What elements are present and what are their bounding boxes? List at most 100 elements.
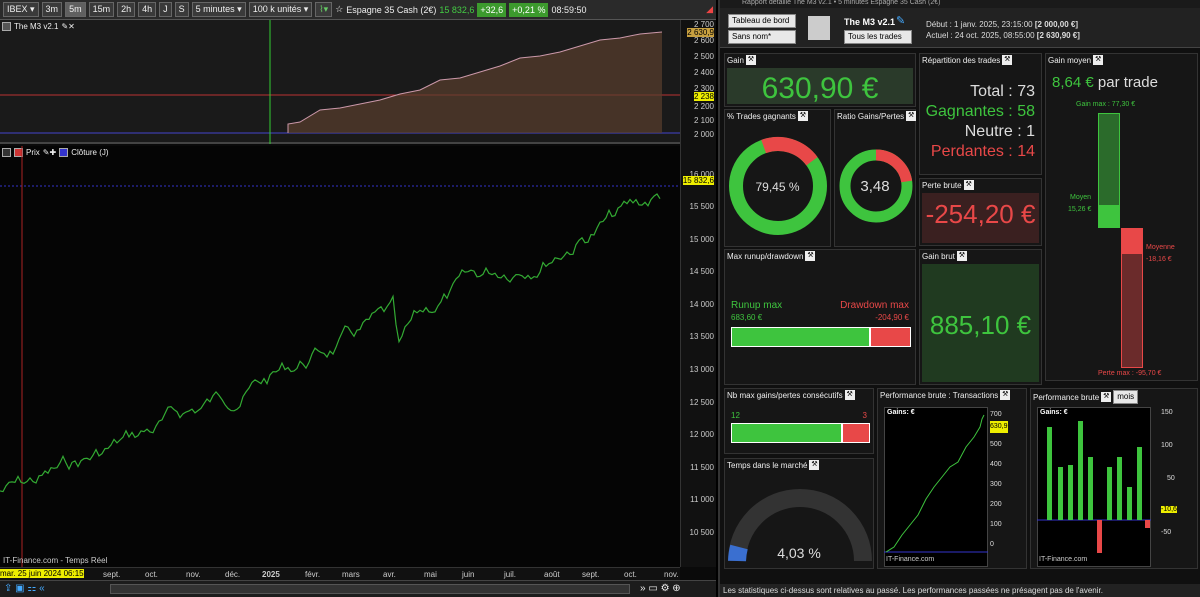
runup-value: 683,60 € xyxy=(731,313,763,322)
axis-tick: -50 xyxy=(1161,529,1172,536)
date-tick: sept. xyxy=(103,570,121,579)
wrench-icon[interactable]: ⚒ xyxy=(963,180,974,190)
gain-panel: Gain ⚒ 630,90 € xyxy=(724,53,916,107)
view-select[interactable]: Tableau de bord xyxy=(728,14,796,28)
ratio-panel: Ratio Gains/Pertes ⚒ 3,48 xyxy=(834,109,917,247)
wrench-icon[interactable]: ⚒ xyxy=(797,111,808,121)
total-trades: Total : 73 xyxy=(970,83,1035,100)
distribution-panel: Répartition des trades ⚒ Total : 73 Gagna… xyxy=(919,53,1042,175)
axis-tick: 12 000 xyxy=(689,430,714,439)
change-percent: +0,21 % xyxy=(509,2,549,17)
tf-day-button[interactable]: J xyxy=(159,2,172,17)
current-label: Actuel : xyxy=(926,31,953,40)
axis-tick: 2 400 xyxy=(693,68,714,77)
date-tick: févr. xyxy=(305,570,321,579)
perf-month-panel: Performance brute ⚒ mois Gains: € 150 100 … xyxy=(1030,388,1198,569)
wrench-icon[interactable]: ⚒ xyxy=(1002,55,1013,65)
axis-marker: 15 832,6 xyxy=(682,176,714,185)
chart-scrollbar[interactable]: ⇪ ▣ ⚏ « » ▭ ⚙ ⊕ xyxy=(0,580,716,597)
current-value: [2 630,90 €] xyxy=(1036,31,1080,40)
report-titlebar: Rapport détaillé The M3 v2.1 • 5 minutes… xyxy=(720,0,1200,8)
date-tick: oct. xyxy=(145,570,158,579)
axis-marker: 2 238 xyxy=(693,92,714,101)
perf-trades-line xyxy=(885,414,985,553)
price-pane: Prix ✎✚ Clôture (J) IT-Finance.com - Temps… xyxy=(0,146,680,567)
avg-gain-suffix: par trade xyxy=(1097,74,1158,91)
instrument-select[interactable]: IBEX xyxy=(3,2,39,17)
color-picker-icon[interactable]: ◢ xyxy=(706,4,713,15)
axis-tick: 10 500 xyxy=(689,528,714,537)
gross-gain-panel: Gain brut ⚒ 885,10 € xyxy=(919,249,1042,385)
units-select[interactable]: 100 k unités xyxy=(248,2,313,17)
drawdown-value: -204,90 € xyxy=(875,313,909,322)
axis-tick: 12 500 xyxy=(689,398,714,407)
axis-tick: 14 000 xyxy=(689,300,714,309)
gain-title: Gain xyxy=(727,55,744,65)
avg-loss-label: Moyenne xyxy=(1146,244,1175,251)
axis-tick: 2 100 xyxy=(693,116,714,125)
cursor-date: mar. 25 juin 2024 06:15 xyxy=(0,569,84,578)
time-value: 4,03 % xyxy=(777,545,821,561)
avg-gain-title: Gain moyen xyxy=(1048,55,1092,65)
wrench-icon[interactable]: ⚒ xyxy=(809,460,820,470)
filter-select[interactable]: Sans nom* xyxy=(728,30,796,44)
avg-gain-panel: Gain moyen ⚒ 8,64 € par trade Gain max : … xyxy=(1045,53,1198,381)
star-icon[interactable]: ☆ xyxy=(335,4,343,15)
tf-3m-button[interactable]: 3m xyxy=(41,2,63,17)
date-tick: nov. xyxy=(664,570,679,579)
date-tick: oct. xyxy=(624,570,637,579)
share-icon[interactable]: ⇪ ▣ ⚏ « xyxy=(4,583,45,594)
trades-select[interactable]: Tous les trades xyxy=(844,30,912,44)
wrench-icon[interactable]: ⚒ xyxy=(844,390,855,400)
edit-icon[interactable]: ✎ xyxy=(896,14,905,27)
start-row: Début : 1 janv. 2025, 23:15:00 [2 000,00… xyxy=(926,20,1078,29)
tf-week-button[interactable]: S xyxy=(174,2,189,17)
equity-area xyxy=(288,32,662,133)
tf-4h-button[interactable]: 4h xyxy=(138,2,157,17)
chart-type-icon[interactable]: ⌇▾ xyxy=(315,2,333,17)
wrench-icon[interactable]: ⚒ xyxy=(805,251,816,261)
axis-marker: 630,9 xyxy=(990,421,1008,433)
period-select[interactable]: 5 minutes xyxy=(191,2,246,17)
date-tick: juin xyxy=(462,570,475,579)
report-icon[interactable] xyxy=(808,16,830,40)
date-tick: juil. xyxy=(504,570,517,579)
tf-5m-button[interactable]: 5m xyxy=(65,2,86,17)
gain-value: 630,90 € xyxy=(761,72,879,105)
zoom-icon[interactable]: » ▭ ⚙ ⊕ xyxy=(640,583,681,594)
ratio-title: Ratio Gains/Pertes xyxy=(837,111,905,121)
tf-2h-button[interactable]: 2h xyxy=(117,2,136,17)
chart-toolbar: IBEX 3m 5m 15m 2h 4h J S 5 minutes 100 k… xyxy=(0,0,716,20)
period-select[interactable]: mois xyxy=(1113,390,1139,404)
start-value: [2 000,00 €] xyxy=(1034,20,1078,29)
axis-tick: 2 000 xyxy=(693,130,714,139)
win-rate-panel: % Trades gagnants ⚒ 79,45 % xyxy=(724,109,831,247)
loss-streak-bar xyxy=(842,423,870,443)
avg-loss-value: -18,16 € xyxy=(1146,256,1172,263)
time-in-market-panel: Temps dans le marché ⚒ 4,03 % xyxy=(724,458,874,569)
wrench-icon[interactable]: ⚒ xyxy=(1101,392,1112,402)
streak-title: Nb max gains/pertes consécutifs xyxy=(727,390,843,400)
axis-tick: 2 200 xyxy=(693,102,714,111)
date-tick: déc. xyxy=(225,570,241,579)
perf-trades-panel: Performance brute : Transactions ⚒ Gains:… xyxy=(877,388,1027,569)
date-tick: mai xyxy=(424,570,437,579)
start-date: 1 janv. 2025, 23:15:00 xyxy=(954,20,1033,29)
gross-loss-title: Perte brute xyxy=(922,180,962,190)
runup-panel: Max runup/drawdown ⚒ Runup max 683,60 € D… xyxy=(724,249,916,385)
perf-month-title: Performance brute xyxy=(1033,392,1100,402)
avg-gain-value: 8,64 € xyxy=(1052,74,1094,91)
axis-tick: 300 xyxy=(990,481,1002,488)
axis-tick: 700 xyxy=(990,411,1002,418)
wrench-icon[interactable]: ⚒ xyxy=(1093,55,1104,65)
wrench-icon[interactable]: ⚒ xyxy=(745,55,756,65)
wrench-icon[interactable]: ⚒ xyxy=(1000,390,1011,400)
date-tick: nov. xyxy=(186,570,201,579)
runup-title: Max runup/drawdown xyxy=(727,251,804,261)
time-title: Temps dans le marché xyxy=(727,460,808,470)
wrench-icon[interactable]: ⚒ xyxy=(906,111,917,121)
wrench-icon[interactable]: ⚒ xyxy=(956,251,967,261)
scrollbar-track[interactable] xyxy=(110,584,630,594)
drawdown-bar xyxy=(870,327,911,347)
tf-15m-button[interactable]: 15m xyxy=(88,2,115,17)
